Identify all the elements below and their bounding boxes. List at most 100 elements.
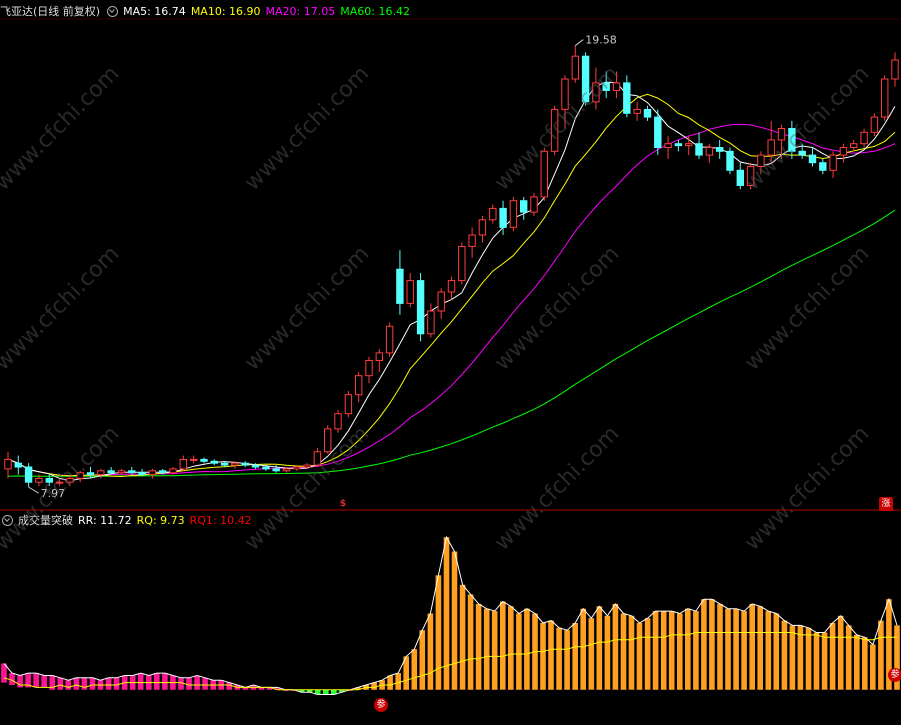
candle-body (169, 468, 177, 474)
volume-bar (693, 611, 699, 690)
volume-bar (677, 613, 683, 690)
volume-bar (226, 682, 232, 690)
ma60-line (7, 209, 896, 477)
candle-body (695, 143, 703, 156)
candle-body (303, 464, 311, 468)
volume-bar (33, 673, 39, 688)
volume-bar (41, 675, 47, 688)
volume-bar (516, 613, 522, 690)
candle-body (788, 128, 796, 152)
volume-bar (548, 620, 554, 690)
volume-bar (491, 611, 498, 690)
candle-body (344, 394, 353, 415)
volume-bar (765, 611, 772, 690)
candle-body (891, 59, 899, 80)
rq1-value: RQ1: 10.42 (189, 513, 252, 527)
volume-bar (73, 677, 80, 690)
candle-body (561, 78, 569, 110)
candle-body (365, 360, 373, 377)
chart-canvas: 19.58 7.97 (0, 18, 901, 695)
volume-bar (202, 677, 208, 690)
candle-body (674, 143, 683, 147)
candle-body (726, 150, 734, 171)
candle-body (860, 131, 868, 145)
min-price-label: 7.97 (41, 487, 66, 500)
candle-body (643, 109, 652, 118)
rr-line (3, 535, 898, 695)
volume-bar (837, 615, 844, 690)
indicator-panel-header: 成交量突破 RR: 11.72 RQ: 9.73 RQ1: 10.42 (0, 512, 257, 528)
volume-bar (821, 632, 828, 690)
candle-body (458, 245, 466, 282)
candle-body (416, 280, 425, 335)
candle-body (520, 200, 528, 213)
candle-body (509, 200, 518, 228)
candle-body (159, 470, 167, 474)
indicator-settings-icon[interactable] (2, 514, 13, 526)
candle-body (581, 55, 590, 103)
candle-body (231, 462, 239, 466)
s-marker-badge: $ (339, 499, 347, 509)
candle-body (478, 219, 487, 236)
candle-body (550, 109, 559, 152)
candle-body (798, 150, 806, 156)
can-badge-right: 参 (888, 668, 901, 682)
volume-bar (178, 677, 184, 690)
max-price-pointer (574, 39, 584, 46)
candle-body (66, 477, 74, 483)
volume-bar (435, 575, 442, 690)
price-panel-header: 飞亚达(日线 前复权) MA5: 16.74 MA10: 16.90 MA20:… (0, 3, 415, 19)
ma60-value: MA60: 16.42 (340, 4, 410, 18)
ma20-value: MA20: 17.05 (265, 4, 336, 18)
candle-body (633, 109, 641, 114)
candle-body (76, 472, 84, 479)
volume-bar (387, 675, 393, 690)
candle-body (97, 470, 105, 476)
settings-icon[interactable] (107, 5, 119, 17)
volume-bar (508, 606, 514, 690)
stock-title: 飞亚达(日线 前复权) (0, 5, 101, 18)
candle-body (499, 207, 507, 228)
volume-bar (854, 634, 860, 690)
volume-bar (636, 623, 643, 690)
candle-body (850, 143, 858, 148)
candle-body (262, 466, 270, 470)
candle-body (241, 462, 249, 466)
indicator-title: 成交量突破 (18, 514, 73, 527)
volume-bar (57, 677, 64, 690)
rr-value: RR: 11.72 (78, 513, 132, 527)
volume-bar (89, 677, 96, 690)
candle-body (705, 147, 714, 156)
volume-bar (524, 608, 530, 690)
ma10-value: MA10: 16.90 (190, 4, 261, 18)
volume-bar (580, 608, 586, 690)
candle-body (654, 116, 662, 148)
volume-bar (757, 606, 763, 690)
candle-body (716, 147, 724, 152)
volume-bar (813, 632, 820, 690)
rq-value: RQ: 9.73 (136, 513, 185, 527)
volume-bar (137, 673, 144, 690)
min-price-pointer (28, 486, 39, 494)
volume-bar (427, 613, 434, 690)
candle-body (571, 55, 579, 80)
volume-bar (717, 603, 723, 690)
candle-body (396, 268, 404, 304)
candle-body (623, 82, 631, 114)
candle-body (313, 451, 322, 466)
max-price-label: 19.58 (585, 34, 617, 47)
candle-body (839, 147, 848, 156)
candle-body (746, 166, 755, 186)
can-badge-left: 参 (374, 698, 388, 712)
candle-body (45, 477, 53, 483)
volume-bar (17, 675, 23, 688)
volume-bar (668, 611, 675, 690)
volume-bar (725, 608, 731, 690)
volume-bar (564, 630, 570, 690)
candle-body (117, 470, 126, 474)
candle-body (375, 352, 384, 361)
candle-body (282, 468, 291, 472)
candle-body (612, 82, 621, 92)
volume-bar (749, 603, 755, 690)
volume-bar (540, 623, 546, 690)
